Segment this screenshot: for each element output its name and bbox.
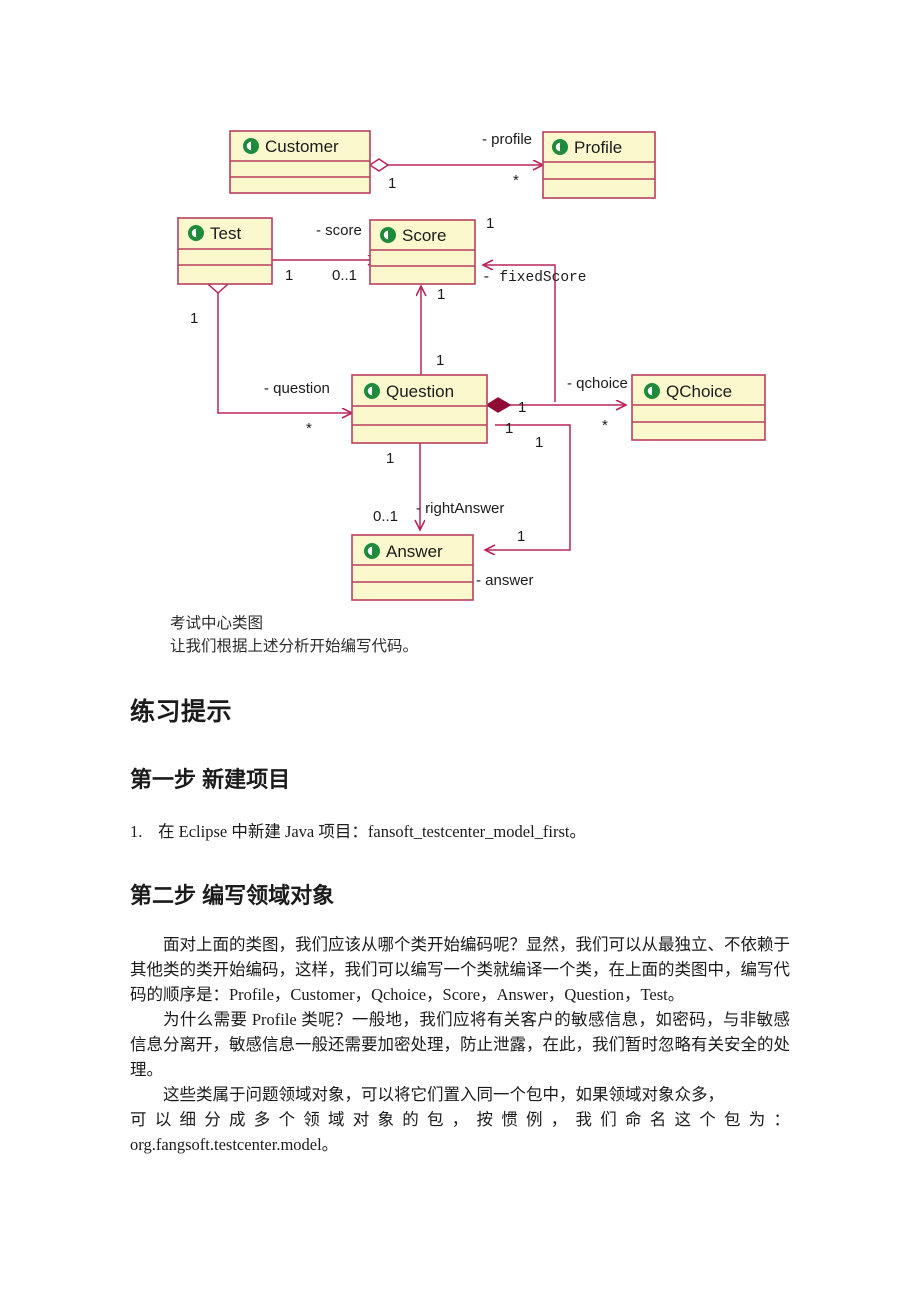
label-fixedscore-mult: 1 bbox=[486, 215, 494, 232]
class-name-test: Test bbox=[210, 224, 241, 243]
label-qchoice-tgt-mult: * bbox=[602, 417, 608, 434]
step1-item-number: 1. bbox=[130, 822, 143, 841]
label-rightanswer-tgt-mult: 0..1 bbox=[373, 508, 398, 525]
step2-paragraph-3c: org.fangsoft.testcenter.model。 bbox=[130, 1135, 339, 1154]
label-fixedscore-role: - fixedScore bbox=[482, 270, 586, 286]
label-answer-loop-mult: 1 bbox=[517, 528, 525, 545]
label-qchoice-role: - qchoice bbox=[567, 375, 628, 392]
class-name-answer: Answer bbox=[386, 542, 443, 561]
document-body: 考试中心类图 让我们根据上述分析开始编写代码。 练习提示 第一步 新建项目 1.… bbox=[0, 612, 920, 1157]
class-icon bbox=[243, 138, 259, 154]
label-answer-role: - answer bbox=[476, 572, 534, 589]
label-question-tgt-mult: * bbox=[306, 420, 312, 437]
association-labels: - profile 1 * - score 1 0..1 1 - fixedSc… bbox=[190, 131, 628, 589]
heading-practice-tips: 练习提示 bbox=[130, 698, 233, 726]
label-score-role: - score bbox=[316, 222, 362, 239]
diagram-caption-line1: 考试中心类图 bbox=[170, 615, 264, 632]
label-qchoice-src-mult: 1 bbox=[518, 399, 526, 416]
diagram-caption-line2: 让我们根据上述分析开始编写代码。 bbox=[170, 638, 419, 655]
uml-class-score[interactable]: Score bbox=[369, 219, 476, 285]
class-name-customer: Customer bbox=[265, 137, 339, 156]
label-question-role: - question bbox=[264, 380, 330, 397]
label-profile-src-mult: 1 bbox=[388, 175, 396, 192]
uml-class-customer[interactable]: Customer bbox=[229, 130, 371, 194]
label-question-score-mult: 1 bbox=[436, 352, 444, 369]
uml-diagram-canvas: Customer Profile Test Score Question QCh… bbox=[177, 130, 766, 601]
composition-diamond-question bbox=[485, 397, 512, 413]
class-icon bbox=[552, 139, 568, 155]
uml-class-question[interactable]: Question bbox=[351, 374, 488, 444]
heading-step-1: 第一步 新建项目 bbox=[130, 767, 291, 792]
class-icon bbox=[364, 543, 380, 559]
label-score-bottom-mult: 1 bbox=[437, 286, 445, 303]
heading-step-2: 第二步 编写领域对象 bbox=[130, 883, 335, 908]
diagram-caption: 考试中心类图 让我们根据上述分析开始编写代码。 bbox=[170, 612, 920, 658]
class-icon bbox=[188, 225, 204, 241]
class-name-question: Question bbox=[386, 382, 454, 401]
label-rightanswer-src-mult: 1 bbox=[386, 450, 394, 467]
uml-class-diagram: Customer Profile Test Score Question QCh… bbox=[160, 115, 800, 615]
step2-paragraph-1: 面对上面的类图，我们应该从哪个类开始编码呢？显然，我们可以从最独立、不依赖于其他… bbox=[130, 935, 790, 1004]
uml-class-test[interactable]: Test bbox=[177, 217, 273, 285]
step1-item-text: 在 Eclipse 中新建 Java 项目：fansoft_testcenter… bbox=[158, 822, 586, 841]
label-profile-role: - profile bbox=[482, 131, 532, 148]
document-page: Customer Profile Test Score Question QCh… bbox=[0, 0, 920, 1302]
label-score-tgt-mult: 0..1 bbox=[332, 267, 357, 284]
step2-paragraph-3a: 这些类属于问题领域对象，可以将它们置入同一个包中，如果领域对象众多， bbox=[163, 1085, 724, 1104]
connector-qchoice-answer bbox=[485, 424, 571, 550]
class-name-score: Score bbox=[402, 226, 446, 245]
uml-class-profile[interactable]: Profile bbox=[542, 131, 656, 199]
label-qchoice-extra-mult: 1 bbox=[505, 420, 513, 437]
label-rightanswer-role: - rightAnswer bbox=[416, 500, 504, 517]
class-icon bbox=[644, 383, 660, 399]
class-name-qchoice: QChoice bbox=[666, 382, 732, 401]
uml-class-answer[interactable]: Answer bbox=[351, 534, 474, 601]
label-profile-tgt-mult: * bbox=[513, 172, 519, 189]
step2-paragraph-3b: 可以细分成多个领域对象的包，按惯例，我们命名这个包为： bbox=[130, 1110, 790, 1129]
step1-list-item: 1. 在 Eclipse 中新建 Java 项目：fansoft_testcent… bbox=[130, 820, 920, 844]
label-qchoice-loop-mult: 1 bbox=[535, 434, 543, 451]
class-name-profile: Profile bbox=[574, 138, 622, 157]
uml-class-qchoice[interactable]: QChoice bbox=[631, 374, 766, 441]
aggregation-diamond-customer bbox=[368, 158, 390, 172]
class-icon bbox=[364, 383, 380, 399]
label-score-src-mult: 1 bbox=[285, 267, 293, 284]
label-question-src-mult: 1 bbox=[190, 310, 198, 327]
step2-paragraph-2: 为什么需要 Profile 类呢？一般地，我们应将有关客户的敏感信息，如密码，与… bbox=[130, 1010, 790, 1079]
class-icon bbox=[380, 227, 396, 243]
